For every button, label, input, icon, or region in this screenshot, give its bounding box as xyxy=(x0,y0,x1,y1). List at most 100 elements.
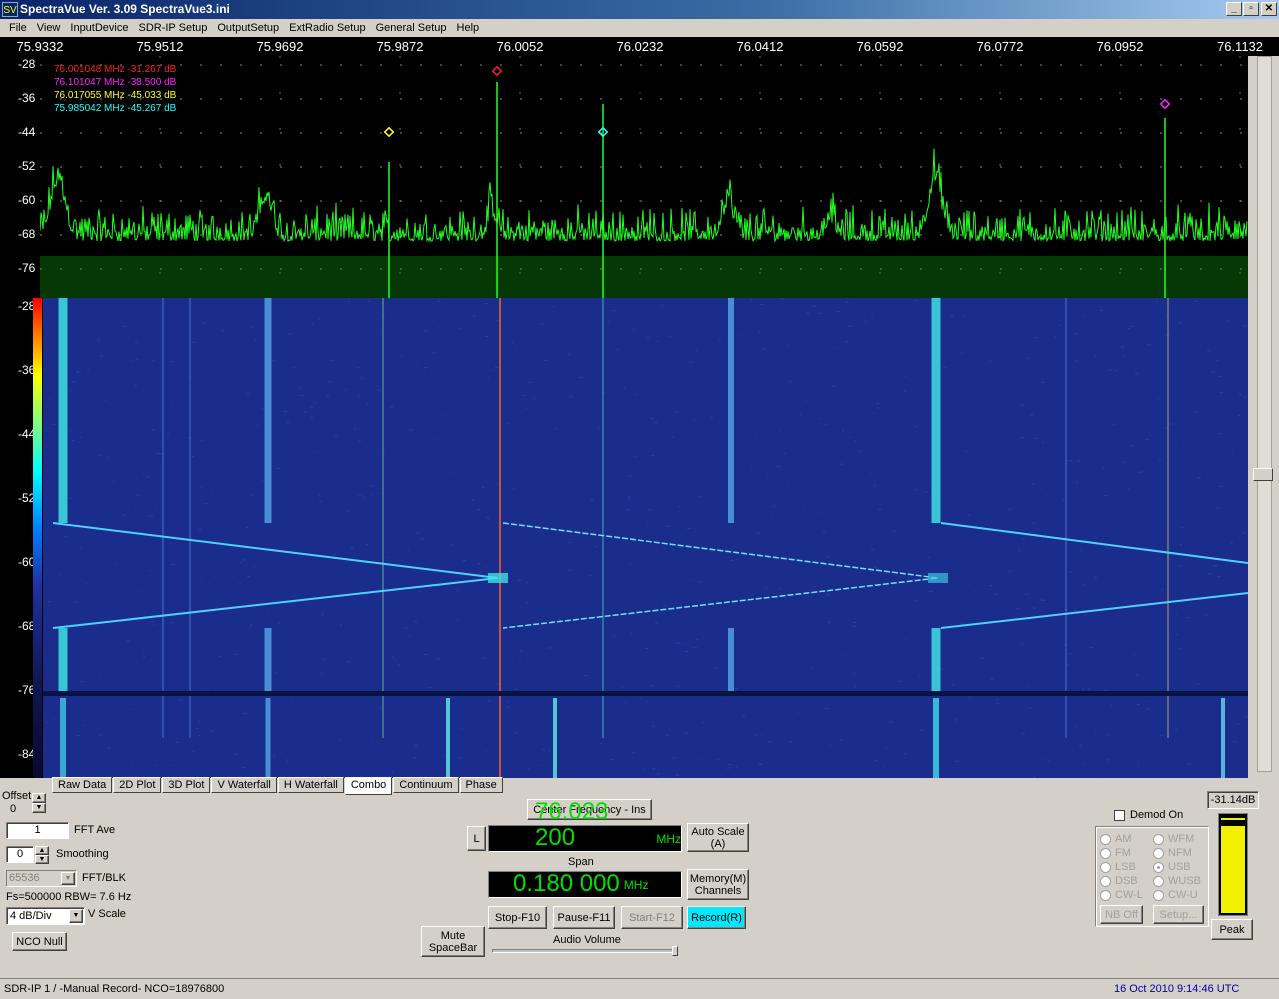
freq-tick: 76.0592 xyxy=(856,39,904,54)
mode-am-radio[interactable]: AM xyxy=(1100,832,1143,846)
mode-cwl-label: CW-L xyxy=(1115,889,1143,901)
mode-fm-radio[interactable]: FM xyxy=(1100,846,1143,860)
smoothing-input[interactable]: 0 xyxy=(6,846,34,863)
peak-button[interactable]: Peak xyxy=(1211,919,1253,940)
fft-ave-input[interactable]: 1 xyxy=(6,822,69,839)
tab-phase[interactable]: Phase xyxy=(459,777,503,793)
level-readout: -31.14dB xyxy=(1207,791,1259,809)
audio-volume-label: Audio Volume xyxy=(553,934,621,946)
lock-button[interactable]: L xyxy=(467,826,486,851)
mode-cwu-label: CW-U xyxy=(1168,889,1198,901)
menu-file[interactable]: File xyxy=(4,22,32,34)
menu-view[interactable]: View xyxy=(32,22,66,34)
fs-rbw-info: Fs=500000 RBW= 7.6 Hz xyxy=(6,891,132,903)
freq-tick: 76.0412 xyxy=(736,39,784,54)
spectrum-y-tick: -60 xyxy=(18,193,36,207)
marker-readouts: 76.001048 MHz -31.267 dB 76.101047 MHz -… xyxy=(54,63,176,115)
start-button[interactable]: Start-F12 xyxy=(621,906,683,929)
stop-button[interactable]: Stop-F10 xyxy=(488,906,547,929)
auto-scale-button[interactable]: Auto Scale (A) xyxy=(687,823,749,852)
menu-general-setup[interactable]: General Setup xyxy=(371,22,452,34)
mode-nfm-label: NFM xyxy=(1168,847,1192,859)
audio-volume-slider[interactable] xyxy=(492,949,678,953)
tab-v-waterfall[interactable]: V Waterfall xyxy=(211,777,277,793)
frequency-axis: 75.9332 75.9512 75.9692 75.9872 76.0052 … xyxy=(0,37,1279,56)
menu-sdr-ip-setup[interactable]: SDR-IP Setup xyxy=(133,22,212,34)
menu-outputsetup[interactable]: OutputSetup xyxy=(212,22,284,34)
record-button[interactable]: Record(R) xyxy=(687,906,746,929)
freq-tick: 76.0052 xyxy=(496,39,544,54)
center-frequency-display[interactable]: 76.023 200 MHz xyxy=(488,799,682,852)
mode-am-label: AM xyxy=(1115,833,1132,845)
nb-off-button[interactable]: NB Off xyxy=(1100,905,1143,924)
spectrum-panel: -28 -36 -44 -52 -60 -68 -76 76.001048 MH… xyxy=(0,56,1248,298)
nco-null-button[interactable]: NCO Null xyxy=(12,932,67,951)
offset-value: 0 xyxy=(10,803,17,815)
demod-checkbox[interactable] xyxy=(1114,810,1125,821)
gain-slider-track[interactable] xyxy=(1257,56,1272,772)
restore-button[interactable]: ▫ xyxy=(1243,2,1259,16)
fft-ave-label: FFT Ave xyxy=(74,824,116,836)
gain-slider-thumb[interactable] xyxy=(1253,468,1273,481)
mode-fm-label: FM xyxy=(1115,847,1131,859)
chevron-down-icon[interactable]: ▼ xyxy=(61,872,75,885)
offset-label: Offset xyxy=(2,790,32,802)
view-tabs: Raw Data 2D Plot 3D Plot V Waterfall H W… xyxy=(52,777,504,795)
spectrum-trace xyxy=(40,56,1248,298)
audio-volume-thumb[interactable] xyxy=(672,946,678,956)
pause-button[interactable]: Pause-F11 xyxy=(553,906,615,929)
span-unit: MHz xyxy=(623,878,649,892)
spectrum-y-tick: -76 xyxy=(18,261,36,275)
mode-lsb-radio[interactable]: LSB xyxy=(1100,860,1143,874)
menu-inputdevice[interactable]: InputDevice xyxy=(65,22,133,34)
tab-3d-plot[interactable]: 3D Plot xyxy=(162,777,211,793)
freq-tick: 76.1132 xyxy=(1216,39,1264,54)
spectrum-y-tick: -44 xyxy=(18,125,36,139)
waterfall-image xyxy=(43,298,1248,778)
center-frequency-value: 76.023 200 xyxy=(535,798,609,851)
app-icon[interactable]: SV xyxy=(2,2,18,17)
mode-cwl-radio[interactable]: CW-L xyxy=(1100,888,1143,902)
spectrum-y-tick: -28 xyxy=(18,57,36,71)
minimize-button[interactable]: _ xyxy=(1226,2,1242,16)
menu-extradio-setup[interactable]: ExtRadio Setup xyxy=(284,22,370,34)
mode-lsb-label: LSB xyxy=(1115,861,1136,873)
freq-tick: 76.0952 xyxy=(1096,39,1144,54)
memory-channels-button[interactable]: Memory(M) Channels xyxy=(687,869,749,900)
mode-wusb-label: WUSB xyxy=(1168,875,1201,887)
smoothing-down-button[interactable]: ▼ xyxy=(35,855,49,864)
level-meter xyxy=(1218,813,1248,916)
tab-raw-data[interactable]: Raw Data xyxy=(52,777,113,793)
mute-button[interactable]: Mute SpaceBar xyxy=(421,926,485,957)
status-left: SDR-IP 1 / -Manual Record- NCO=18976800 xyxy=(4,983,225,995)
waterfall-plot[interactable] xyxy=(43,298,1248,778)
freq-tick: 75.9332 xyxy=(16,39,64,54)
mode-nfm-radio[interactable]: NFM xyxy=(1153,846,1201,860)
chevron-down-icon[interactable]: ▼ xyxy=(69,909,83,923)
status-bar: SDR-IP 1 / -Manual Record- NCO=18976800 … xyxy=(0,978,1279,999)
demod-on-label: Demod On xyxy=(1130,809,1184,821)
tab-continuum[interactable]: Continuum xyxy=(393,777,459,793)
mode-wfm-radio[interactable]: WFM xyxy=(1153,832,1201,846)
span-display[interactable]: 0.180 000 MHz xyxy=(488,871,682,898)
offset-down-button[interactable]: ▼ xyxy=(32,803,46,813)
marker-readout-3: 76.017055 MHz -45.033 dB xyxy=(54,90,177,101)
tab-2d-plot[interactable]: 2D Plot xyxy=(113,777,162,793)
waterfall-panel: -28 -36 -44 -52 -60 -68 -76 -84 xyxy=(0,298,1248,778)
close-button[interactable]: ✕ xyxy=(1261,2,1277,16)
tab-combo[interactable]: Combo xyxy=(344,777,393,795)
spectrum-y-tick: -52 xyxy=(18,159,36,173)
waterfall-color-scale xyxy=(33,298,42,778)
mode-usb-radio[interactable]: USB xyxy=(1153,860,1201,874)
span-label: Span xyxy=(568,856,594,868)
spectrum-plot[interactable]: 76.001048 MHz -31.267 dB 76.101047 MHz -… xyxy=(40,56,1248,298)
menu-help[interactable]: Help xyxy=(452,22,485,34)
smoothing-label: Smoothing xyxy=(56,848,109,860)
freq-tick: 75.9512 xyxy=(136,39,184,54)
level-meter-fill xyxy=(1221,826,1245,913)
mode-wusb-radio[interactable]: WUSB xyxy=(1153,874,1201,888)
tab-h-waterfall[interactable]: H Waterfall xyxy=(277,777,344,793)
setup-button[interactable]: Setup... xyxy=(1153,905,1204,924)
mode-cwu-radio[interactable]: CW-U xyxy=(1153,888,1201,902)
mode-dsb-radio[interactable]: DSB xyxy=(1100,874,1143,888)
